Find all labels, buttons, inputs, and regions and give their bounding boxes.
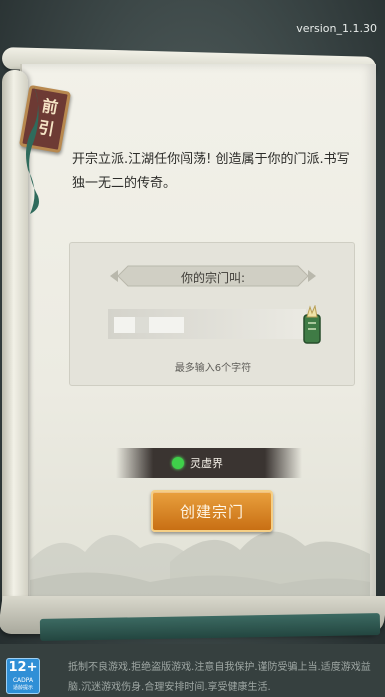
version-label: version_1.1.30 [296,22,377,35]
create-sect-button[interactable]: 创建宗门 [151,490,273,532]
age-rating: 12+ [8,660,38,675]
realm-selector[interactable]: 灵虚界 [116,448,302,478]
sect-name-input[interactable] [108,309,306,339]
tassel-icon [26,86,39,214]
panel-title: 你的宗门叫: [180,271,246,285]
age-rating-badge[interactable]: 12+ CADPA 适龄提示 [6,658,40,694]
age-rating-note: 适龄提示 [12,685,33,691]
health-notice: 抵制不良游戏.拒绝盗版游戏.注意自我保护.谨防受骗上当.适度游戏益脑.沉迷游戏伤… [68,662,371,693]
random-name-scroll-icon[interactable] [298,305,326,345]
realm-status-dot [172,457,184,469]
footer: 12+ CADPA 适龄提示 抵制不良游戏.拒绝盗版游戏.注意自我保护.谨防受骗… [0,644,385,697]
age-rating-org: CADPA [12,677,34,684]
max-length-hint: 最多输入6个字符 [174,363,252,374]
realm-label: 灵虚界 [190,457,223,470]
intro-text: 开宗立派.江湖任你闯荡! 创造属于你的门派.书写独一无二的传奇。 [72,152,350,191]
sect-name-panel: 你的宗门叫: 最多输入6个字符 [69,242,355,386]
